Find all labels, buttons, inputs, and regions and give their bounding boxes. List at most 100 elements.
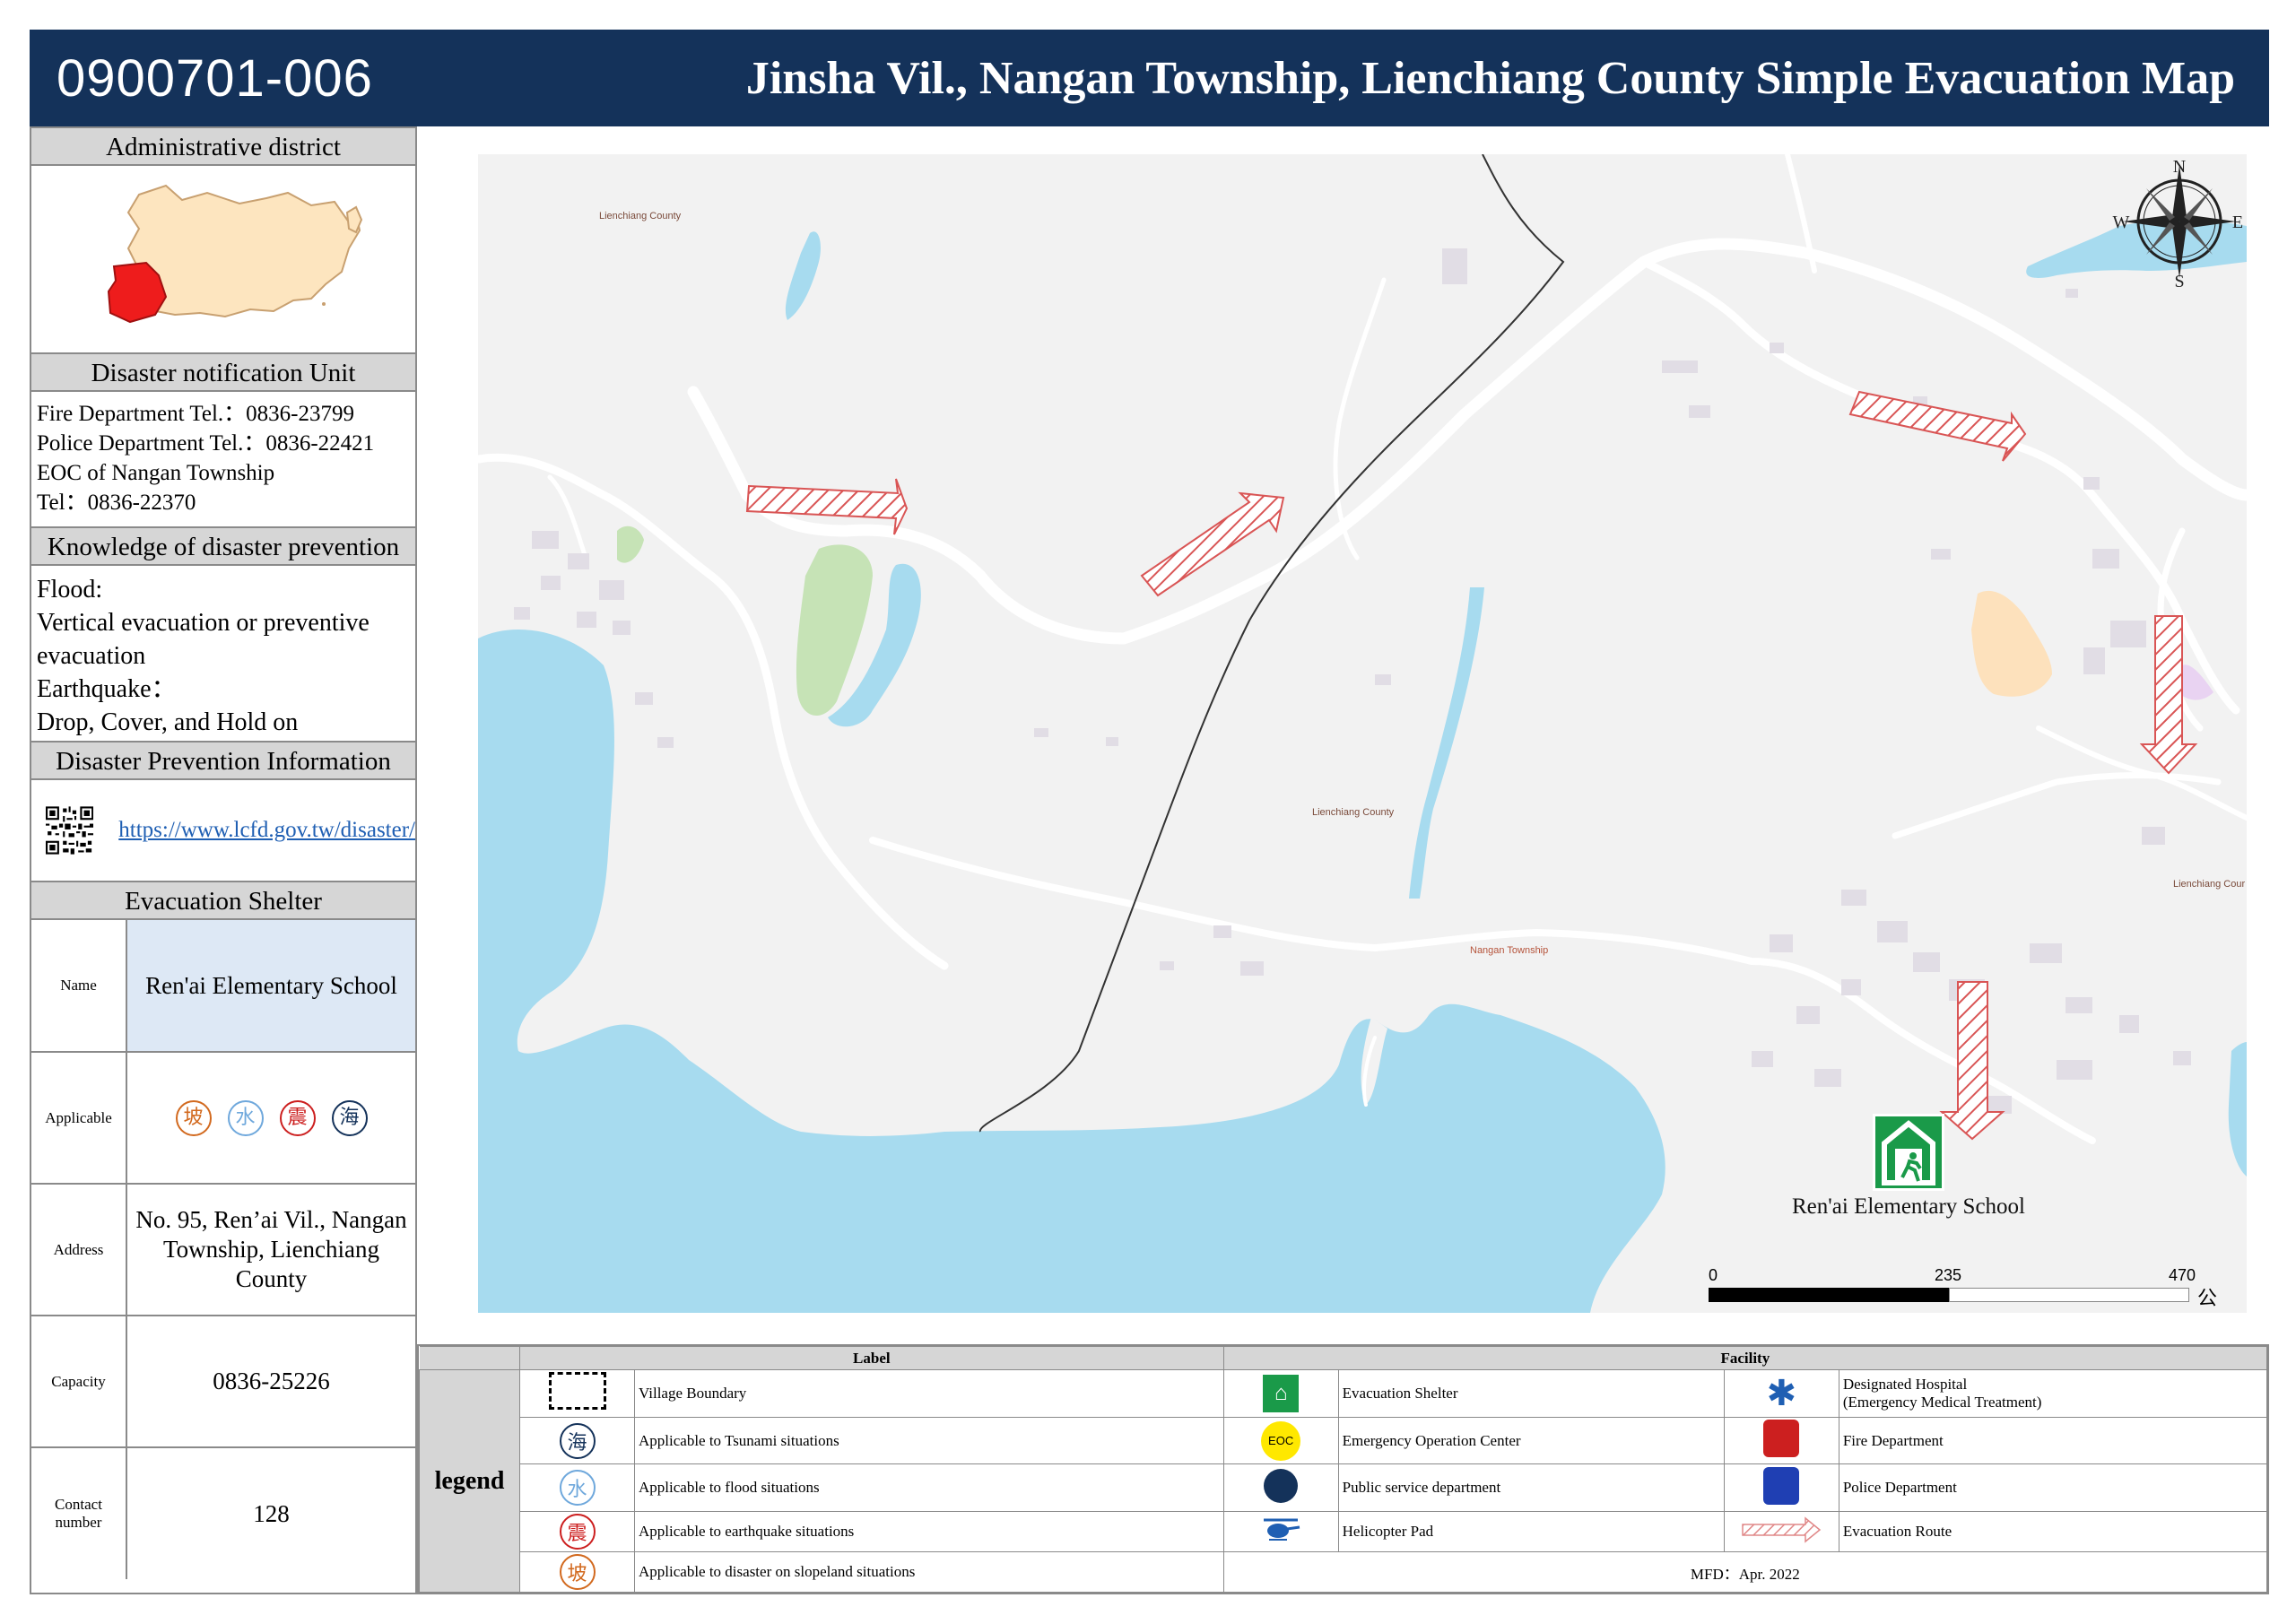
scale-tick-0: 0	[1709, 1266, 1718, 1284]
compass-w: W	[2113, 213, 2130, 232]
legend-panel: Label Facility legend Village Boundary ⌂…	[417, 1344, 2269, 1594]
earthquake-legend-icon: 震	[519, 1511, 635, 1552]
shelter-heading: Evacuation Shelter	[31, 881, 415, 920]
notify-contacts: Fire Department Tel.：0836-23799 Police D…	[31, 392, 415, 526]
qr-code-icon	[46, 806, 94, 855]
flood-legend-icon: 水	[519, 1463, 635, 1513]
legend-village-boundary: Village Boundary	[634, 1369, 1224, 1418]
map-code: 0900701-006	[57, 48, 373, 108]
legend-hospital-line1: Designated Hospital	[1842, 1375, 1968, 1393]
orange-zone	[1971, 590, 2052, 697]
map-label-county: Lienchiang County	[1312, 807, 1395, 818]
scale-tick-235: 235	[1935, 1266, 1962, 1284]
shelter-applicable-key: Applicable	[31, 1051, 127, 1184]
shelter-row-capacity: Capacity 0836-25226	[31, 1315, 415, 1447]
earthquake-advice: Drop, Cover, and Hold on	[37, 708, 299, 736]
sea-east	[2228, 1042, 2247, 1177]
legend-hospital-line2: (Emergency Medical Treatment)	[1842, 1393, 2042, 1411]
slopeland-legend-icon: 坡	[519, 1551, 635, 1593]
legend-earthquake: Applicable to earthquake situations	[634, 1511, 1224, 1552]
legend-police-department: Police Department	[1838, 1463, 2268, 1513]
sea-area	[478, 630, 1665, 1313]
public-service-icon	[1222, 1463, 1339, 1513]
legend-public-service: Public service department	[1337, 1463, 1725, 1513]
map-label-township: Nangan Township	[1470, 945, 1549, 956]
legend-corner	[419, 1346, 520, 1370]
compass-s: S	[2174, 272, 2184, 289]
knowledge-heading: Knowledge of disaster prevention	[31, 526, 415, 566]
fire-department-phone: Fire Department Tel.：0836-23799	[37, 402, 354, 426]
legend-tsunami: Applicable to Tsunami situations	[634, 1416, 1224, 1465]
map-label-county: Lienchiang Cour	[2173, 879, 2246, 890]
map-title: Jinsha Vil., Nangan Township, Lienchiang…	[745, 52, 2235, 104]
shelter-row-name: Name Ren'ai Elementary School	[31, 920, 415, 1052]
village-boundary-icon	[519, 1369, 635, 1418]
scale-unit: 公尺	[2197, 1287, 2218, 1309]
legend-slopeland: Applicable to disaster on slopeland situ…	[634, 1551, 1224, 1593]
evacuation-shelter-icon[interactable]	[1873, 1114, 1944, 1191]
scale-bar: 0 235 470 公尺	[1709, 1266, 2217, 1309]
evacuation-route-legend-icon	[1723, 1511, 1839, 1552]
eoc-icon: EOC	[1222, 1416, 1339, 1465]
compass-n: N	[2173, 157, 2186, 177]
shelter-contact-value: 128	[126, 1446, 415, 1579]
shelter-name-key: Name	[31, 920, 127, 1052]
legend-hospital: Designated Hospital (Emergency Medical Tr…	[1838, 1369, 2268, 1418]
earthquake-hazard-icon: 震	[279, 1099, 316, 1136]
admin-district-heading: Administrative district	[31, 126, 415, 166]
eoc-phone: Tel：0836-22370	[37, 491, 196, 515]
flood-heading: Flood:	[37, 576, 103, 604]
flood-advice: Vertical evacuation or preventive evacua…	[37, 609, 370, 670]
fire-department-icon	[1723, 1416, 1839, 1465]
scale-tick-470: 470	[2169, 1266, 2196, 1284]
knowledge-text: Flood: Vertical evacuation or preventive…	[31, 566, 415, 741]
tsunami-legend-icon: 海	[519, 1416, 635, 1465]
info-heading: Disaster Prevention Information	[31, 741, 415, 780]
police-department-phone: Police Department Tel.：0836-22421	[37, 431, 375, 456]
header-bar: 0900701-006 Jinsha Vil., Nangan Township…	[30, 30, 2269, 126]
green-park-small	[617, 525, 644, 563]
sidebar: Administrative district Disaster notific…	[30, 126, 417, 1594]
evacuation-shelter-legend-icon: ⌂	[1222, 1369, 1339, 1418]
flood-hazard-icon: 水	[227, 1099, 264, 1136]
legend-flood: Applicable to flood situations	[634, 1463, 1224, 1513]
helicopter-icon	[1222, 1511, 1339, 1552]
disaster-info-link[interactable]: https://www.lcfd.gov.tw/disaster/	[118, 817, 415, 844]
mfd-date: MFD：Apr. 2022	[1222, 1551, 2268, 1593]
shelter-address-value: No. 95, Ren’ai Vil., Nangan Township, Li…	[126, 1183, 415, 1316]
reservoir-north	[785, 231, 821, 320]
shelter-row-applicable: Applicable 坡水震海	[31, 1051, 415, 1184]
notify-heading: Disaster notification Unit	[31, 352, 415, 392]
info-block: https://www.lcfd.gov.tw/disaster/	[31, 780, 415, 881]
shelter-capacity-key: Capacity	[31, 1315, 127, 1447]
shelter-applicable-value: 坡水震海	[126, 1051, 415, 1184]
legend-facility-header: Facility	[1222, 1346, 2268, 1370]
admin-district-map	[31, 166, 415, 352]
evacuation-map[interactable]: Lienchiang County Lienchiang County Nang…	[478, 154, 2247, 1313]
scale-bar-black	[1709, 1288, 1949, 1302]
compass-icon: N S E W	[2112, 154, 2247, 289]
shelter-capacity-value: 0836-25226	[126, 1315, 415, 1447]
legend-evacuation-shelter: Evacuation Shelter	[1337, 1369, 1725, 1418]
legend-fire-department: Fire Department	[1838, 1416, 2268, 1465]
map-base	[478, 154, 2247, 1313]
legend-helicopter-pad: Helicopter Pad	[1337, 1511, 1725, 1552]
shelter-map-label: Ren'ai Elementary School	[1792, 1194, 2025, 1219]
legend-eoc: Emergency Operation Center	[1337, 1416, 1725, 1465]
hospital-icon: ✱	[1723, 1369, 1839, 1418]
compass-e: E	[2232, 213, 2243, 232]
shelter-name-value: Ren'ai Elementary School	[126, 920, 415, 1052]
evacuation-route-arrow-3	[1848, 390, 2027, 462]
police-department-icon	[1723, 1463, 1839, 1513]
slopeland-hazard-icon: 坡	[175, 1099, 212, 1136]
eoc-name: EOC of Nangan Township	[37, 461, 275, 485]
legend-title: legend	[419, 1369, 520, 1593]
legend-evacuation-route: Evacuation Route	[1838, 1511, 2268, 1552]
legend-label-header: Label	[519, 1346, 1224, 1370]
map-label-county: Lienchiang County	[599, 211, 682, 221]
shelter-row-contact: Contact number 128	[31, 1446, 415, 1579]
earthquake-heading: Earthquake：	[37, 675, 177, 703]
shelter-table: Name Ren'ai Elementary School Applicable…	[31, 920, 415, 1579]
scale-bar-white	[1949, 1288, 2189, 1302]
shelter-contact-key: Contact number	[31, 1446, 127, 1579]
